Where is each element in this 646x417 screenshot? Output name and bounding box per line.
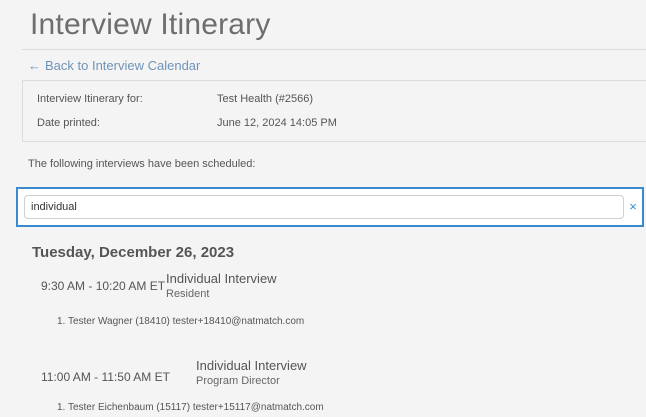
title-divider bbox=[22, 49, 646, 50]
itinerary-info-box: Interview Itinerary for: Test Health (#25… bbox=[22, 80, 646, 142]
close-icon[interactable]: × bbox=[626, 195, 640, 219]
slot-time: 9:30 AM - 10:20 AM ET bbox=[41, 279, 166, 293]
attendee-item: 1. Tester Wagner (18410) tester+18410@na… bbox=[57, 316, 305, 327]
attendee-item: 1. Tester Eichenbaum (15117) tester+1511… bbox=[57, 402, 324, 413]
date-printed-row: Date printed: June 12, 2024 14:05 PM bbox=[37, 117, 337, 129]
page-title: Interview Itinerary bbox=[30, 8, 271, 41]
itinerary-for-row: Interview Itinerary for: Test Health (#25… bbox=[37, 93, 313, 105]
back-link-label: Back to Interview Calendar bbox=[45, 58, 201, 73]
date-printed-value: June 12, 2024 14:05 PM bbox=[217, 117, 337, 129]
slot-type: Individual Interview bbox=[196, 358, 307, 373]
slot-time: 11:00 AM - 11:50 AM ET bbox=[41, 370, 170, 384]
itinerary-for-label: Interview Itinerary for: bbox=[37, 93, 143, 105]
itinerary-for-value: Test Health (#2566) bbox=[217, 93, 313, 105]
slot-role: Program Director bbox=[196, 375, 280, 387]
back-to-calendar-link[interactable]: ← Back to Interview Calendar bbox=[28, 58, 200, 73]
search-input[interactable] bbox=[24, 195, 624, 219]
left-arrow-icon: ← bbox=[28, 58, 41, 73]
search-container: × bbox=[16, 187, 644, 227]
scheduled-intro-text: The following interviews have been sched… bbox=[28, 158, 256, 170]
date-printed-label: Date printed: bbox=[37, 117, 100, 129]
slot-role: Resident bbox=[166, 288, 210, 300]
itinerary-page: Interview Itinerary ← Back to Interview C… bbox=[0, 0, 646, 417]
slot-type: Individual Interview bbox=[166, 271, 277, 286]
day-heading: Tuesday, December 26, 2023 bbox=[32, 244, 235, 261]
